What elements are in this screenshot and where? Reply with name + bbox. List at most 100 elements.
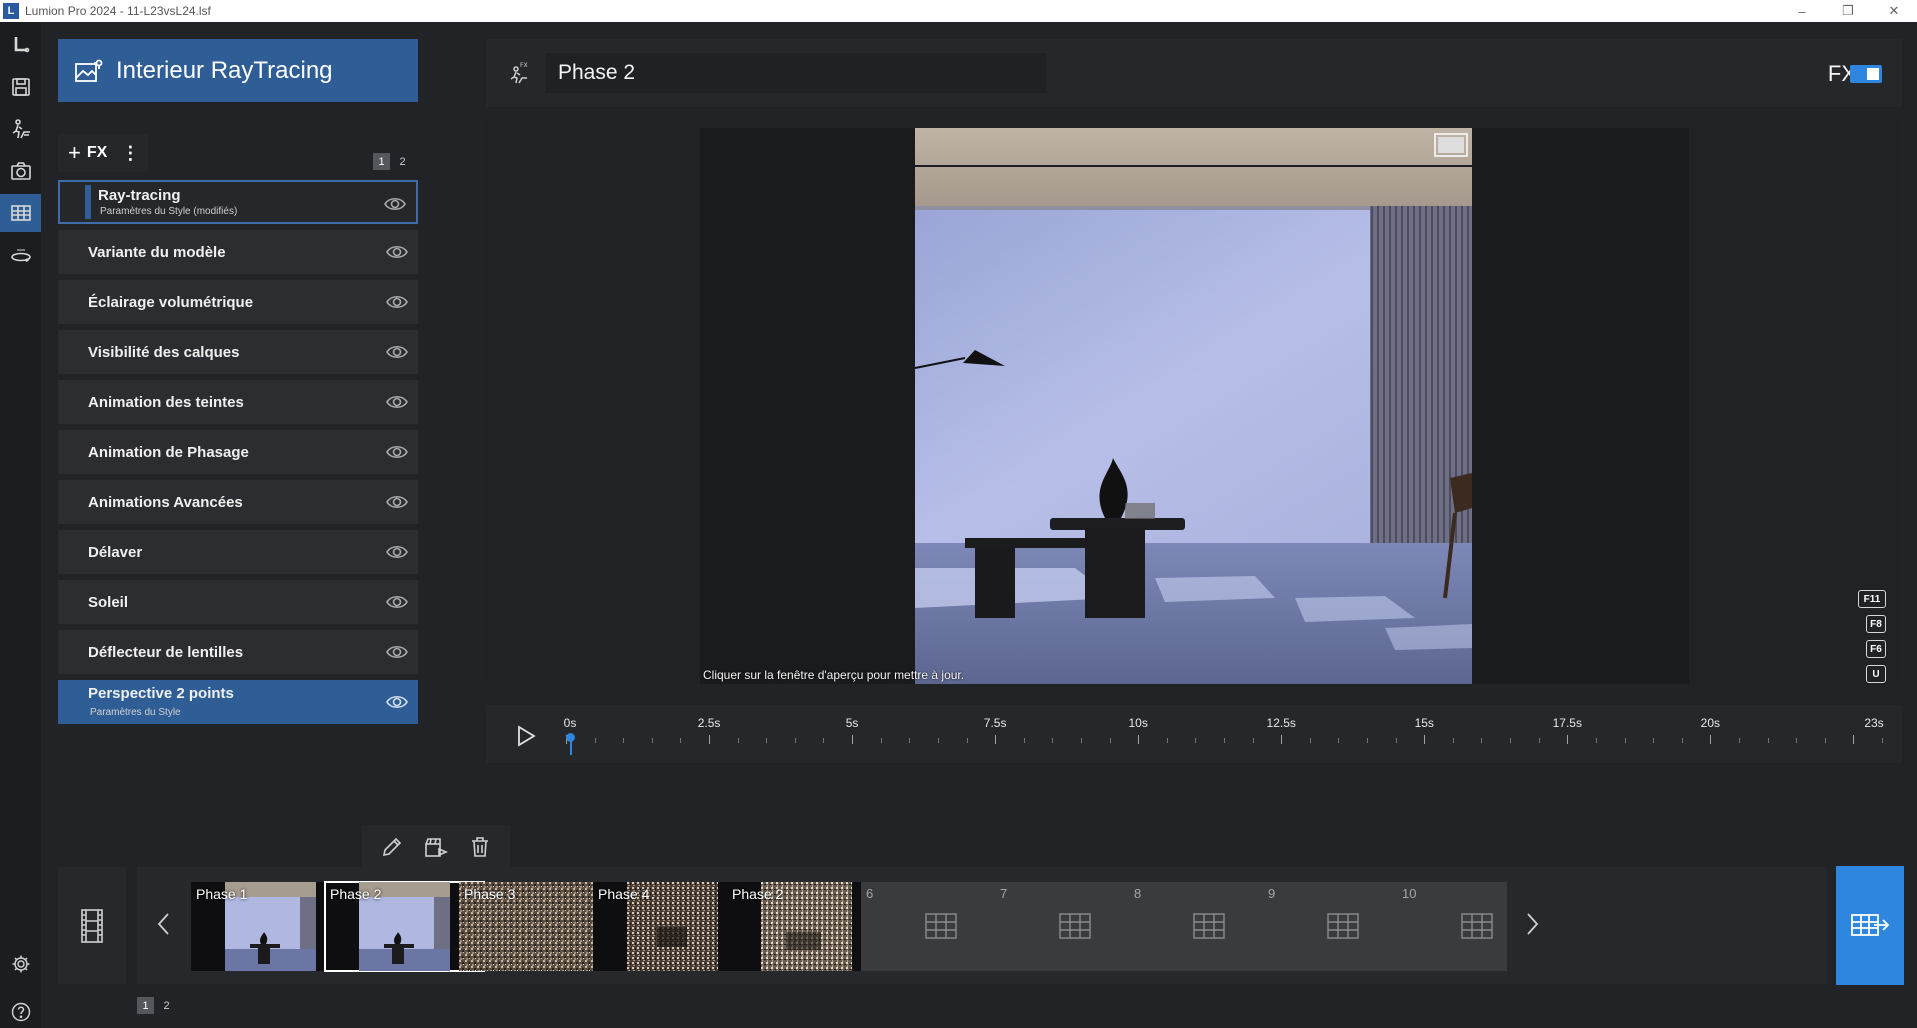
play-icon[interactable] bbox=[516, 725, 536, 747]
timeline-label: 10s bbox=[1128, 716, 1148, 730]
fx-item-visibilite-calques[interactable]: Visibilité des calques bbox=[58, 330, 418, 374]
window-title: Lumion Pro 2024 - 11-L23vsL24.lsf bbox=[25, 4, 211, 18]
add-fx-button[interactable]: FX bbox=[87, 144, 107, 162]
timeline-tick bbox=[937, 738, 939, 743]
visibility-eye-icon[interactable] bbox=[384, 194, 406, 214]
render-clip-icon[interactable] bbox=[422, 833, 450, 861]
visibility-eye-icon[interactable] bbox=[386, 592, 408, 612]
clip-toolbar bbox=[362, 825, 510, 869]
clip-slot-number: 6 bbox=[866, 886, 874, 901]
fx-item-ray-tracing[interactable]: Ray-tracing Paramètres du Style (modifié… bbox=[58, 180, 418, 224]
fx-item-animations-avancees[interactable]: Animations Avancées bbox=[58, 480, 418, 524]
fx-item-deflecteur-lentilles[interactable]: Déflecteur de lentilles bbox=[58, 630, 418, 674]
fx-item-variante-modele[interactable]: Variante du modèle bbox=[58, 230, 418, 274]
movie-strip-icon-panel[interactable] bbox=[58, 867, 126, 984]
left-icon-rail bbox=[0, 22, 41, 1028]
project-header: Interieur RayTracing bbox=[58, 39, 418, 102]
scene-image-icon bbox=[75, 59, 103, 82]
timeline-tick bbox=[651, 738, 653, 743]
clip-page-2[interactable]: 2 bbox=[158, 997, 175, 1014]
empty-clip-icon bbox=[1327, 913, 1359, 939]
fx-page-2[interactable]: 2 bbox=[394, 153, 411, 170]
timeline-tick bbox=[1882, 738, 1883, 743]
empty-clip-icon bbox=[1461, 913, 1493, 939]
fx-item-delaver[interactable]: Délaver bbox=[58, 530, 418, 574]
timeline-tick bbox=[1309, 738, 1311, 743]
clip-slot-10[interactable]: 10 bbox=[1397, 882, 1507, 971]
window-controls: – ❐ ✕ bbox=[1779, 0, 1917, 22]
photo-icon[interactable] bbox=[0, 152, 41, 190]
visibility-eye-icon[interactable] bbox=[386, 542, 408, 562]
chevron-left-icon[interactable] bbox=[155, 911, 173, 937]
fx-item-animation-phasage[interactable]: Animation de Phasage bbox=[58, 430, 418, 474]
visibility-eye-icon[interactable] bbox=[386, 392, 408, 412]
fx-toggle-switch[interactable] bbox=[1850, 65, 1882, 83]
fx-item-soleil[interactable]: Soleil bbox=[58, 580, 418, 624]
fx-item-label: Déflecteur de lentilles bbox=[88, 643, 244, 661]
f8-key-button[interactable]: F8 bbox=[1866, 615, 1886, 633]
visibility-eye-icon[interactable] bbox=[386, 342, 408, 362]
render-movie-button[interactable] bbox=[1836, 866, 1904, 985]
visibility-eye-icon[interactable] bbox=[386, 292, 408, 312]
minimize-button[interactable]: – bbox=[1779, 0, 1825, 22]
edit-icon[interactable] bbox=[378, 833, 406, 861]
playhead-line bbox=[570, 737, 572, 755]
project-title: Interieur RayTracing bbox=[116, 56, 333, 84]
fx-item-perspective-2-points[interactable]: Perspective 2 points Paramètres du Style bbox=[58, 680, 418, 724]
svg-text:FX: FX bbox=[520, 62, 528, 69]
help-icon[interactable] bbox=[0, 997, 41, 1027]
clip-slot-number: 9 bbox=[1268, 886, 1276, 901]
fx-item-animation-teintes[interactable]: Animation des teintes bbox=[58, 380, 418, 424]
visibility-eye-icon[interactable] bbox=[386, 242, 408, 262]
timeline-tick bbox=[1796, 738, 1798, 743]
visibility-eye-icon[interactable] bbox=[386, 492, 408, 512]
timeline-track[interactable]: 0s 2.5s 5s 7.5s 10s 12.5s 15s 17.5s 20s 23s bbox=[564, 705, 1892, 763]
clip-name: Phase 2 bbox=[330, 886, 382, 902]
timeline-tick bbox=[594, 738, 596, 743]
timeline-tick bbox=[1252, 738, 1254, 743]
timeline-tick bbox=[966, 738, 968, 743]
preview-update-hint: Cliquer sur la fenêtre d'aperçu pour met… bbox=[703, 668, 965, 682]
panorama-icon[interactable] bbox=[0, 236, 41, 274]
timeline-tick bbox=[1481, 738, 1483, 743]
fx-item-label: Ray-tracing bbox=[98, 187, 181, 204]
fx-page-selector: 1 2 bbox=[373, 153, 411, 170]
timeline-tick bbox=[1824, 738, 1826, 743]
visibility-eye-icon[interactable] bbox=[386, 642, 408, 662]
timeline-tick bbox=[1510, 738, 1512, 743]
clip-page-1[interactable]: 1 bbox=[137, 997, 154, 1014]
build-icon[interactable] bbox=[0, 110, 41, 148]
chevron-right-icon[interactable] bbox=[1523, 911, 1541, 937]
timeline-tick bbox=[1424, 735, 1426, 744]
u-key-button[interactable]: U bbox=[1866, 665, 1886, 683]
phase-name-field[interactable]: Phase 2 bbox=[546, 53, 1046, 93]
timeline-tick bbox=[794, 738, 796, 743]
close-button[interactable]: ✕ bbox=[1871, 0, 1917, 22]
app-logo-icon: L bbox=[3, 3, 19, 19]
visibility-eye-icon[interactable] bbox=[386, 692, 408, 712]
visibility-eye-icon[interactable] bbox=[386, 442, 408, 462]
fx-item-sublabel: Paramètres du Style bbox=[90, 707, 181, 718]
f11-key-button[interactable]: F11 bbox=[1858, 590, 1886, 608]
timeline-tick bbox=[766, 738, 768, 743]
delete-clip-icon[interactable] bbox=[466, 833, 494, 861]
maximize-button[interactable]: ❐ bbox=[1825, 0, 1871, 22]
timeline-tick bbox=[709, 735, 711, 744]
settings-icon[interactable] bbox=[0, 949, 41, 979]
timeline-tick bbox=[1023, 738, 1025, 743]
fx-menu-icon[interactable]: ⋮ bbox=[121, 143, 139, 164]
fx-page-1[interactable]: 1 bbox=[373, 153, 390, 170]
timeline-tick bbox=[909, 738, 911, 743]
logo-icon[interactable] bbox=[0, 26, 41, 64]
timeline-label: 12.5s bbox=[1266, 716, 1296, 730]
fx-item-eclairage-volumetrique[interactable]: Éclairage volumétrique bbox=[58, 280, 418, 324]
movie-icon[interactable] bbox=[0, 194, 41, 232]
add-fx-plus-icon[interactable]: + bbox=[68, 140, 81, 166]
fx-item-sublabel: Paramètres du Style (modifiés) bbox=[100, 206, 238, 217]
empty-clip-icon bbox=[1059, 913, 1091, 939]
add-fx-toolbar: + FX ⋮ bbox=[58, 134, 148, 172]
scene-preview-image[interactable] bbox=[915, 128, 1472, 684]
save-icon[interactable] bbox=[0, 68, 41, 106]
timeline-playhead[interactable] bbox=[566, 725, 575, 755]
f6-key-button[interactable]: F6 bbox=[1866, 640, 1886, 658]
